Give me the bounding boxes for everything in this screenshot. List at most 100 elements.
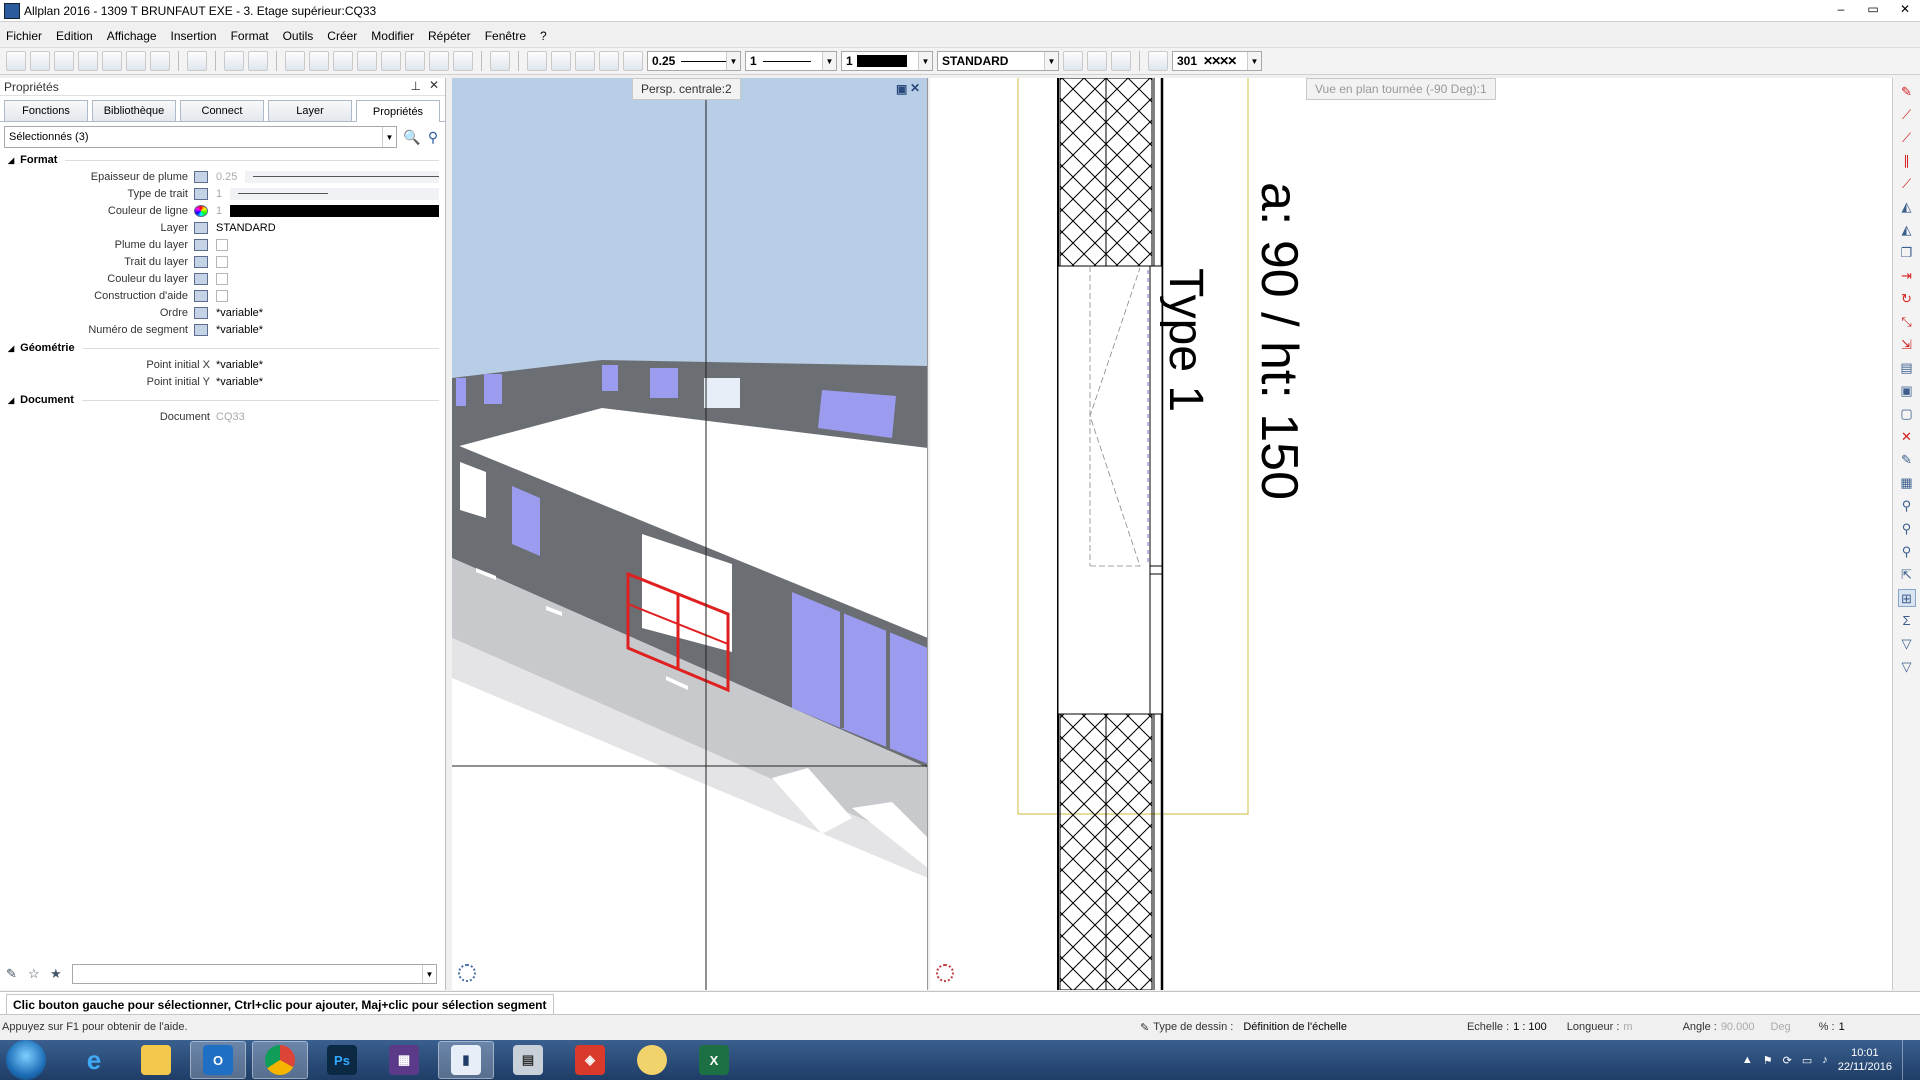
maximize-view-icon[interactable]: ▣ — [896, 82, 907, 96]
collapse-triangle-icon[interactable]: ◢ — [8, 156, 14, 165]
line-color-select[interactable]: 1 ▼ — [841, 51, 933, 71]
layer-line-checkbox[interactable] — [216, 255, 228, 268]
move-tool-icon[interactable]: ⇥ — [1898, 267, 1916, 285]
layer-select[interactable]: STANDARD ▼ — [937, 51, 1059, 71]
layout-icon[interactable] — [187, 51, 207, 71]
collapse-triangle-icon[interactable]: ◢ — [8, 344, 14, 353]
length-status[interactable]: Longueur : m — [1557, 1021, 1643, 1033]
favorites-save-icon[interactable]: ★ — [50, 966, 66, 982]
scale-tool-icon[interactable]: ⤡ — [1898, 313, 1916, 331]
taskbar-ie[interactable]: e — [66, 1041, 122, 1079]
line-color-field[interactable]: 1 — [216, 204, 439, 218]
format-pen-icon[interactable] — [527, 51, 547, 71]
print-icon[interactable] — [78, 51, 98, 71]
delete-tool-icon[interactable]: ✕ — [1898, 428, 1916, 446]
chevron-down-icon[interactable]: ▼ — [1247, 52, 1261, 70]
minimize-button[interactable]: – — [1832, 2, 1850, 16]
percent-status[interactable]: % : 1 — [1809, 1021, 1855, 1033]
layer-settings-icon[interactable] — [1111, 51, 1131, 71]
tools-icon[interactable] — [357, 51, 377, 71]
menu-affichage[interactable]: Affichage — [107, 29, 157, 43]
format-line-icon[interactable] — [551, 51, 571, 71]
layer-visibility-icon[interactable] — [1063, 51, 1083, 71]
pipette-tool-icon[interactable]: ✎ — [1898, 451, 1916, 469]
filter-tool-icon[interactable]: ⚲ — [1898, 497, 1916, 515]
allplan-app-icon[interactable] — [4, 2, 20, 19]
perspective-view-label[interactable]: Persp. centrale:2 — [632, 78, 741, 100]
hatch-select[interactable]: 301 ✕✕✕✕ ▼ — [1172, 51, 1262, 71]
segment-field[interactable]: *variable* — [216, 323, 439, 337]
plan-view-label[interactable]: Vue en plan tournée (-90 Deg):1 — [1306, 78, 1496, 100]
windows-icon[interactable] — [405, 51, 425, 71]
navigation-compass-icon[interactable] — [458, 964, 476, 982]
chevron-down-icon[interactable]: ▼ — [382, 127, 396, 147]
plane-icon[interactable] — [333, 51, 353, 71]
drawing-icon[interactable] — [429, 51, 449, 71]
select-tool-icon[interactable]: ⇱ — [1898, 566, 1916, 584]
grid-icon[interactable] — [309, 51, 329, 71]
maximize-button[interactable]: ▭ — [1864, 2, 1882, 16]
layer-lock-icon[interactable] — [1087, 51, 1107, 71]
funnel-tool-2-icon[interactable]: ▽ — [1898, 658, 1916, 676]
rotate-tool-icon[interactable]: ↻ — [1898, 290, 1916, 308]
chevron-down-icon[interactable]: ▼ — [918, 52, 932, 70]
line-type-field[interactable]: 1 — [216, 187, 439, 201]
filter-tool-3-icon[interactable]: ⚲ — [1898, 543, 1916, 561]
section-document[interactable]: ◢ Document — [0, 392, 445, 408]
filter-icon[interactable]: ⚲ — [425, 129, 441, 146]
taskbar-allplan[interactable]: ▮ — [438, 1041, 494, 1079]
layer-pen-checkbox[interactable] — [216, 238, 228, 251]
network-icon[interactable]: ▭ — [1802, 1054, 1812, 1067]
chevron-down-icon[interactable]: ▼ — [1044, 52, 1058, 70]
favorites-select[interactable]: ▼ — [72, 964, 437, 984]
navigation-compass-icon[interactable] — [936, 964, 954, 982]
sync-icon[interactable]: ⟳ — [1783, 1054, 1792, 1067]
open-drawing-icon[interactable] — [54, 51, 74, 71]
view-icon[interactable] — [381, 51, 401, 71]
menu-creer[interactable]: Créer — [327, 29, 357, 43]
layer-field[interactable]: STANDARD — [216, 221, 439, 235]
tab-fonctions[interactable]: Fonctions — [4, 100, 88, 121]
menu-format[interactable]: Format — [231, 29, 269, 43]
tab-connect[interactable]: Connect — [180, 100, 264, 121]
funnel-tool-icon[interactable]: ▽ — [1898, 635, 1916, 653]
array-tool-icon[interactable]: ▤ — [1898, 359, 1916, 377]
show-desktop-button[interactable] — [1902, 1040, 1912, 1080]
copy-tool-icon[interactable]: ❐ — [1898, 244, 1916, 262]
filter-tool-2-icon[interactable]: ⚲ — [1898, 520, 1916, 538]
zoom-icon[interactable] — [490, 51, 510, 71]
menu-fichier[interactable]: Fichier — [6, 29, 42, 43]
measure-icon[interactable] — [285, 51, 305, 71]
mirror-tool-icon[interactable]: ◭ — [1898, 198, 1916, 216]
chevron-down-icon[interactable]: ▼ — [726, 52, 740, 70]
add-icon[interactable] — [126, 51, 146, 71]
taskbar-explorer[interactable] — [128, 1041, 184, 1079]
start-y-field[interactable]: *variable* — [216, 375, 439, 389]
mirror-copy-icon[interactable]: ◭ — [1898, 221, 1916, 239]
line-type-select[interactable]: 1 ▼ — [745, 51, 837, 71]
pen-thickness-field[interactable]: 0.25 — [216, 170, 439, 184]
pin-icon[interactable]: ⊥ — [411, 79, 421, 93]
line-tool-icon[interactable]: ⟋ — [1898, 106, 1916, 124]
menu-repeter[interactable]: Répéter — [428, 29, 471, 43]
layer-color-checkbox[interactable] — [216, 272, 228, 285]
format-brush-icon[interactable] — [599, 51, 619, 71]
close-view-icon[interactable]: ✕ — [910, 81, 920, 95]
sum-tool-icon[interactable]: Σ — [1898, 612, 1916, 630]
open-file-icon[interactable] — [30, 51, 50, 71]
close-icon[interactable]: ✕ — [429, 78, 439, 92]
favorites-open-icon[interactable]: ☆ — [28, 966, 44, 982]
scale-status[interactable]: Echelle : 1 : 100 — [1457, 1021, 1557, 1033]
chevron-down-icon[interactable]: ▼ — [422, 965, 436, 983]
menu-fenetre[interactable]: Fenêtre — [485, 29, 526, 43]
collapse-triangle-icon[interactable]: ◢ — [8, 396, 14, 405]
stretch-tool-icon[interactable]: ⇲ — [1898, 336, 1916, 354]
construction-checkbox[interactable] — [216, 289, 228, 302]
start-button[interactable] — [6, 1040, 46, 1080]
order-field[interactable]: *variable* — [216, 306, 439, 320]
taskbar-media[interactable]: ▦ — [376, 1041, 432, 1079]
taskbar-chrome[interactable] — [252, 1041, 308, 1079]
format-paint-icon[interactable] — [575, 51, 595, 71]
undo-icon[interactable] — [224, 51, 244, 71]
redo-icon[interactable] — [248, 51, 268, 71]
